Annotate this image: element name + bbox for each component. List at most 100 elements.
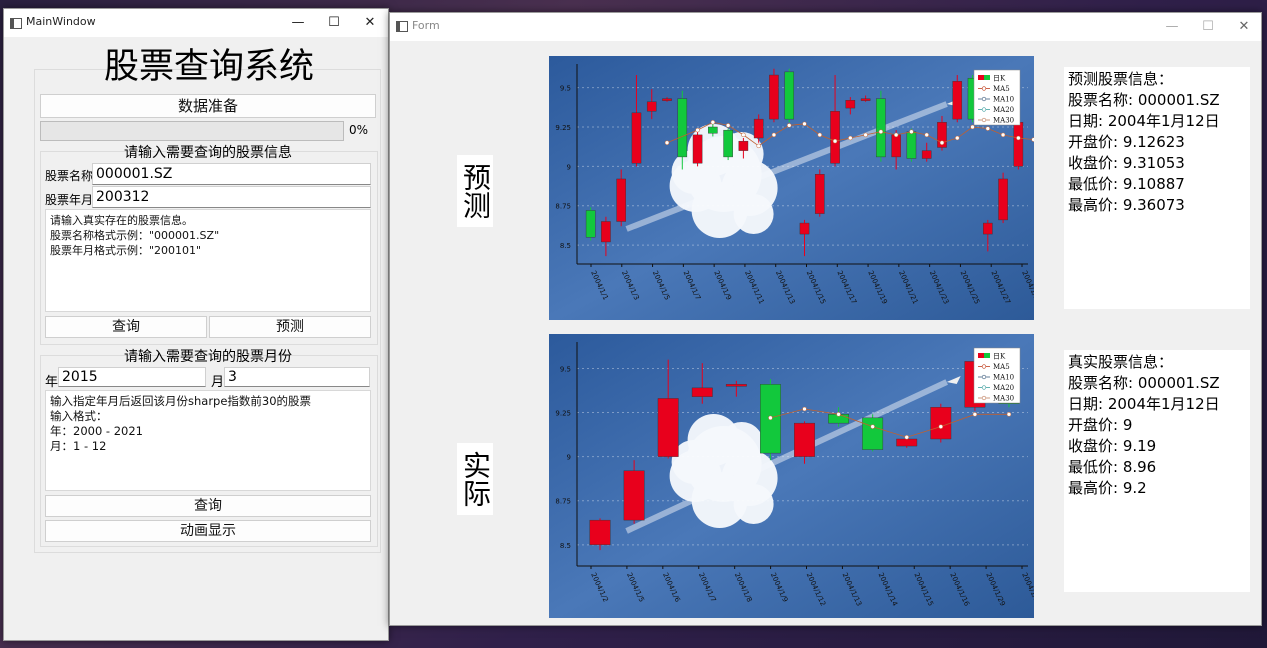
close-icon[interactable]: ✕ (1226, 13, 1261, 41)
candle-body (589, 519, 611, 546)
ma-point (938, 424, 944, 429)
candle-body (723, 129, 733, 158)
cloud-puff (733, 194, 774, 234)
legend-label: MA20 (993, 384, 1014, 392)
hint-line: 请输入真实存在的股票信息。 (50, 214, 193, 227)
form-window-icon (396, 21, 408, 32)
minimize-icon[interactable]: — (280, 9, 316, 37)
ma-point (741, 132, 746, 138)
progress-label: 0% (349, 123, 369, 137)
ma-point (817, 132, 823, 138)
candle-body (845, 100, 856, 109)
actual-info-date: 日期: 2004年1月12日 (1068, 395, 1220, 413)
main-window-title: MainWindow (26, 15, 96, 28)
year-label: 年 (45, 375, 59, 390)
candle-body (725, 384, 747, 387)
candle-body (862, 417, 884, 450)
actual-info-low: 最低价: 8.96 (1068, 458, 1157, 476)
ma-point (756, 143, 761, 149)
actual-info-open: 开盘价: 9 (1068, 416, 1133, 434)
y-tick-label: 8.5 (560, 542, 571, 550)
legend-label: MA5 (993, 363, 1010, 371)
candle-body (896, 438, 918, 447)
cloud-puff (733, 484, 774, 524)
legend-label: MA5 (993, 85, 1010, 93)
main-titlebar[interactable]: MainWindow — ☐ ✕ (4, 9, 388, 37)
month-group-title: 请输入需要查询的股票月份 (124, 349, 292, 365)
ma-point (848, 135, 853, 141)
month-hint-textarea[interactable]: 输入指定年月后返回该月份sharpe指数前30的股票 输入格式： 年：2000 … (45, 390, 371, 491)
candle-body (585, 210, 596, 238)
y-tick-label: 8.75 (555, 203, 571, 211)
legend-label: 日K (993, 75, 1006, 83)
ma-point (1031, 137, 1034, 142)
ma-point (802, 406, 807, 412)
candle-body (860, 98, 871, 101)
candle-body (794, 422, 815, 457)
legend-marker (981, 117, 987, 123)
legend-marker (981, 107, 987, 112)
candle-body (876, 98, 886, 158)
maximize-icon[interactable]: ☐ (316, 9, 352, 37)
actual-info-close: 收盘价: 9.19 (1068, 437, 1157, 455)
y-tick-label: 9 (567, 454, 571, 462)
predict-info-name: 股票名称: 000001.SZ (1068, 91, 1220, 109)
predict-info-close: 收盘价: 9.31053 (1068, 154, 1185, 172)
stock-name-input[interactable]: 000001.SZ (92, 163, 371, 185)
legend-marker (981, 86, 987, 91)
candle-body (623, 470, 645, 521)
predict-button[interactable]: 预测 (209, 316, 371, 338)
year-input[interactable]: 2015 (58, 367, 206, 387)
form-titlebar[interactable]: Form — ☐ ✕ (390, 13, 1261, 41)
stock-month-label: 股票年月 (45, 193, 94, 207)
month-query-button[interactable]: 查询 (45, 495, 371, 517)
stock-name-label: 股票名称 (45, 169, 94, 183)
candle-body (738, 140, 749, 151)
ma-point (1000, 132, 1006, 138)
close-icon[interactable]: ✕ (352, 9, 388, 37)
hint-line: 输入格式： (50, 409, 108, 423)
candle-body (906, 131, 917, 159)
legend-label: MA10 (993, 374, 1014, 382)
ma-point (893, 132, 899, 138)
actual-label: 实际 (457, 443, 493, 515)
ma-point (1006, 412, 1012, 417)
stock-group-title: 请输入需要查询的股票信息 (124, 145, 292, 161)
candle-body (921, 150, 932, 159)
actual-info-header: 真实股票信息： (1068, 353, 1174, 371)
minimize-icon[interactable]: — (1154, 13, 1190, 41)
y-tick-label: 9.25 (555, 410, 571, 418)
ma-point (832, 138, 838, 144)
animate-button[interactable]: 动画显示 (45, 520, 371, 542)
legend-marker (981, 395, 987, 401)
stock-query-button[interactable]: 查询 (45, 316, 207, 338)
ma-point (904, 434, 909, 440)
legend-label: MA10 (993, 96, 1014, 104)
predict-info-low: 最低价: 9.10887 (1068, 175, 1185, 193)
candle-body (753, 118, 764, 139)
form-window-title: Form (412, 19, 440, 32)
legend-swatch (978, 75, 984, 80)
ma-point (664, 140, 670, 145)
candle-body (830, 111, 840, 164)
ma-point (768, 415, 773, 421)
ma-point (710, 120, 716, 125)
predict-info-header: 预测股票信息： (1068, 70, 1174, 88)
ma-point (970, 124, 975, 130)
ma-point (985, 126, 991, 131)
stock-hint-textarea[interactable]: 请输入真实存在的股票信息。 股票名称格式示例："000001.SZ" 股票年月格… (45, 209, 371, 312)
predict-info-high: 最高价: 9.36073 (1068, 196, 1185, 214)
legend-marker (981, 96, 987, 102)
ma-point (924, 132, 929, 138)
stock-month-input[interactable]: 200312 (92, 186, 371, 208)
candle-body (616, 178, 626, 222)
data-prep-button[interactable]: 数据准备 (40, 94, 376, 118)
hint-line: 股票年月格式示例："200101" (50, 244, 202, 257)
candle-body (601, 221, 611, 243)
candle-body (784, 71, 795, 120)
month-input[interactable]: 3 (224, 367, 370, 387)
maximize-icon[interactable]: ☐ (1190, 13, 1226, 41)
candle-body (691, 387, 713, 397)
predict-info-date: 日期: 2004年1月12日 (1068, 112, 1220, 130)
candle-body (1013, 122, 1024, 167)
